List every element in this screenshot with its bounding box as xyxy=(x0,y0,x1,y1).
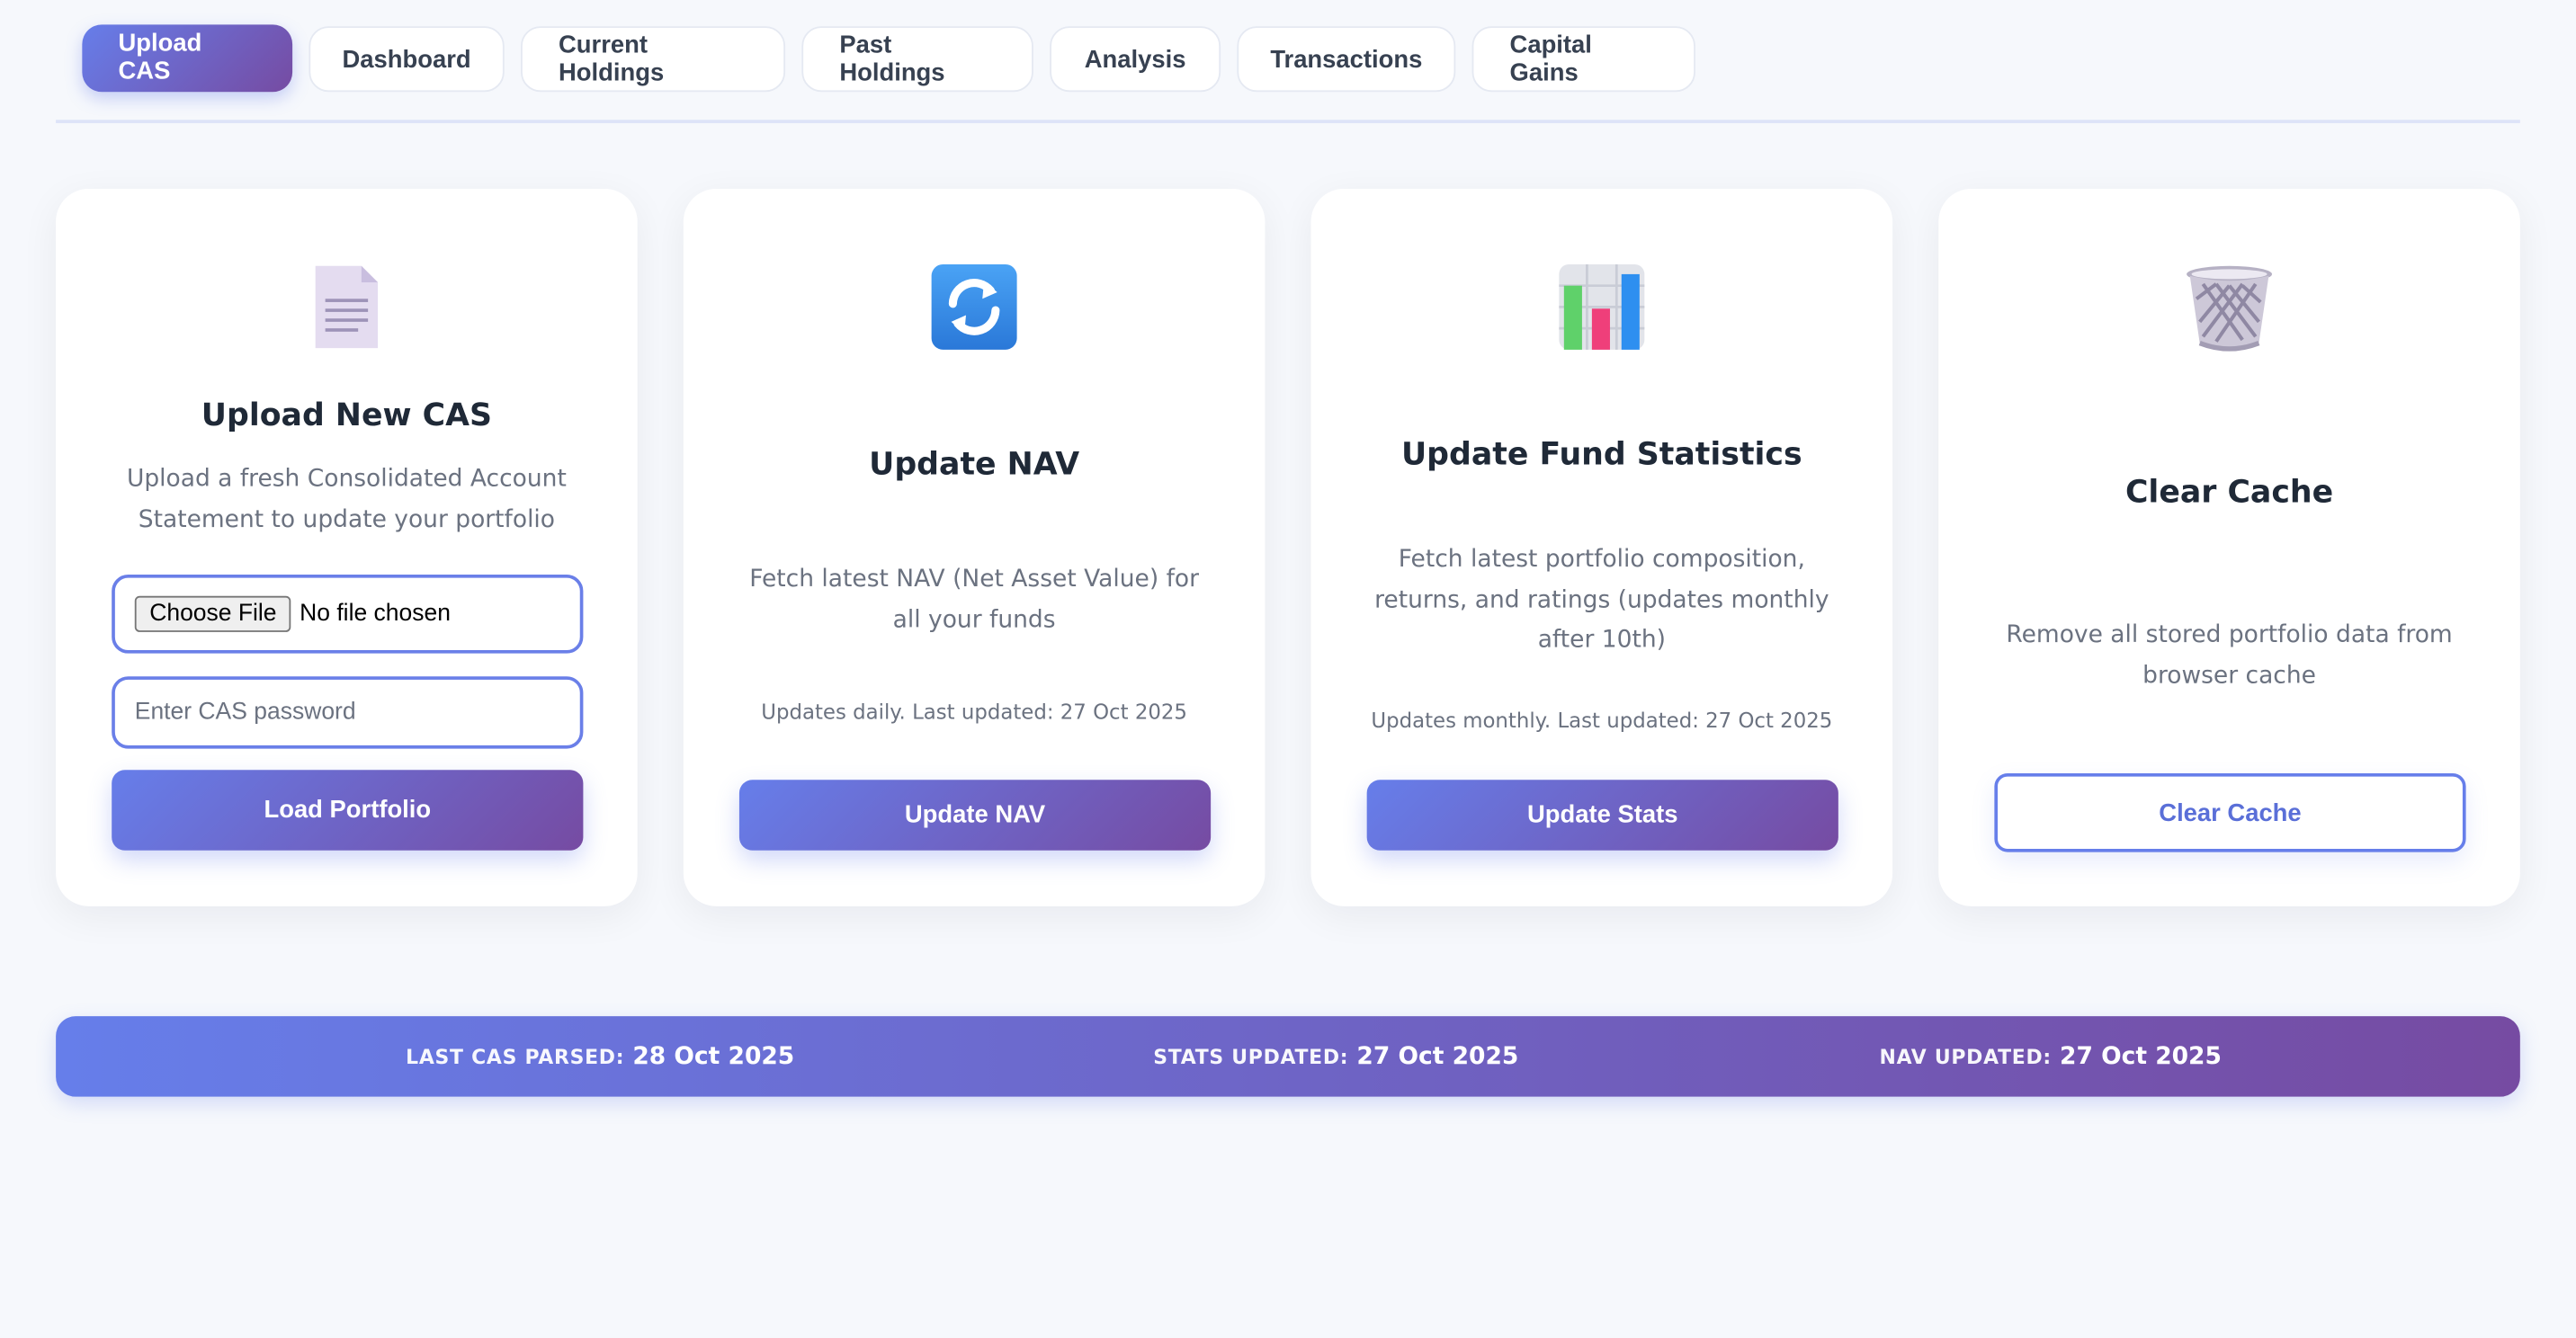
cas-password-input[interactable] xyxy=(134,699,546,727)
password-field[interactable] xyxy=(112,676,584,749)
card-title: Update NAV xyxy=(869,446,1080,483)
file-input[interactable]: Choose File No file chosen xyxy=(112,575,584,654)
card-description: Remove all stored portfolio data from br… xyxy=(2006,621,2453,689)
status-label: NAV Updated: xyxy=(1879,1045,2052,1068)
tab-capital-gains[interactable]: Capital Gains xyxy=(1471,26,1695,93)
refresh-icon xyxy=(930,263,1019,352)
tab-transactions[interactable]: Transactions xyxy=(1237,26,1456,93)
update-stats-button[interactable]: Update Stats xyxy=(1366,780,1838,851)
clear-cache-button[interactable]: Clear Cache xyxy=(1994,772,2466,852)
stats-update-note: Updates monthly. Last updated: 27 Oct 20… xyxy=(1371,707,1833,733)
card-description: Fetch latest portfolio composition, retu… xyxy=(1374,546,1829,654)
status-label: Stats Updated: xyxy=(1153,1045,1349,1068)
update-stats-card: Update Fund Statistics Fetch latest port… xyxy=(1310,188,1893,906)
nav-updated-status: NAV Updated: 27 Oct 2025 xyxy=(1880,1016,2222,1096)
tab-analysis[interactable]: Analysis xyxy=(1050,26,1221,93)
status-value: 28 Oct 2025 xyxy=(632,1043,795,1070)
tab-past-holdings[interactable]: Past Holdings xyxy=(801,26,1033,93)
card-description: Upload a fresh Consolidated Account Stat… xyxy=(126,466,567,533)
tab-upload-cas[interactable]: Upload CAS xyxy=(82,23,293,92)
card-title: Clear Cache xyxy=(2124,474,2334,511)
upload-cas-card: Upload New CAS Upload a fresh Consolidat… xyxy=(56,188,638,906)
file-status: No file chosen xyxy=(300,601,451,628)
app-root: Upload CAS Dashboard Current Holdings Pa… xyxy=(0,0,2576,1338)
tab-bar: Upload CAS Dashboard Current Holdings Pa… xyxy=(82,23,1695,93)
status-label: Last CAS Parsed: xyxy=(406,1045,625,1068)
wastebasket-icon xyxy=(2185,263,2274,352)
status-value: 27 Oct 2025 xyxy=(1356,1043,1519,1070)
tab-dashboard[interactable]: Dashboard xyxy=(309,26,505,93)
last-cas-status: Last CAS Parsed: 28 Oct 2025 xyxy=(406,1016,794,1096)
status-bar: Last CAS Parsed: 28 Oct 2025 Stats Updat… xyxy=(56,1016,2520,1097)
update-nav-button[interactable]: Update NAV xyxy=(738,780,1212,851)
stats-updated-status: Stats Updated: 27 Oct 2025 xyxy=(1153,1016,1518,1096)
tab-divider xyxy=(56,120,2520,123)
tab-current-holdings[interactable]: Current Holdings xyxy=(521,26,786,93)
choose-file-button[interactable]: Choose File xyxy=(134,595,291,632)
status-value: 27 Oct 2025 xyxy=(2060,1043,2222,1070)
update-nav-card: Update NAV Fetch latest NAV (Net Asset V… xyxy=(683,188,1266,906)
load-portfolio-button[interactable]: Load Portfolio xyxy=(112,770,584,851)
bar-chart-icon xyxy=(1558,263,1647,352)
clear-cache-card: Clear Cache Remove all stored portfolio … xyxy=(1938,188,2520,906)
card-title: Upload New CAS xyxy=(201,397,492,434)
nav-update-note: Updates daily. Last updated: 27 Oct 2025 xyxy=(761,699,1187,725)
card-title: Update Fund Statistics xyxy=(1401,436,1802,473)
document-icon xyxy=(302,263,391,352)
card-description: Fetch latest NAV (Net Asset Value) for a… xyxy=(749,566,1200,633)
